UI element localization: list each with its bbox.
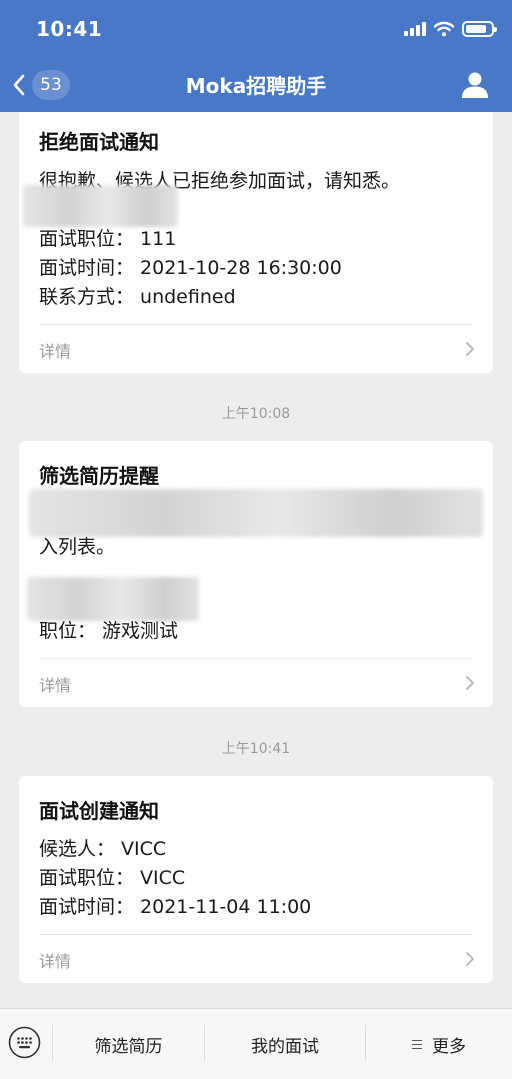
message-card-interview-declined: 拒绝面试通知 很抱歉、候选人已拒绝参加面试，请知悉。 面试职位： 111 面试时… [19,112,493,373]
page-title: Moka招聘助手 [185,74,327,98]
card-line: 入列表。 [39,536,116,558]
menu-my-interviews[interactable]: 我的面试 [205,1009,365,1079]
card-title: 拒绝面试通知 [39,130,159,154]
redacted-block [23,185,178,227]
nav-bar: 53 Moka招聘助手 [0,58,512,112]
card-line: 职位： 游戏测试 [39,620,179,642]
timestamp: 上午10:08 [221,406,291,422]
header: 10:41 53 Moka招聘助手 [0,0,512,112]
battery-icon [462,21,497,37]
details-label: 详情 [39,342,72,361]
timestamp: 上午10:41 [221,741,291,757]
card-line: 候选人： VICC [39,838,167,860]
wifi-icon [434,21,454,37]
bottom-menu-bar: 筛选简历 我的面试 更多 [0,1008,512,1079]
card-title: 面试创建通知 [39,799,159,823]
details-link[interactable]: 详情 [19,325,493,373]
status-bar: 10:41 [0,0,512,58]
card-line: 联系方式： undefined [39,286,236,308]
menu-more-label: 更多 [432,1037,466,1057]
status-time: 10:41 [36,17,103,41]
details-label: 详情 [39,676,72,695]
menu-list-icon [412,1037,422,1052]
message-card-interview-created: 面试创建通知 候选人： VICC 面试职位： VICC 面试时间： 2021-1… [19,776,493,983]
profile-icon[interactable] [460,70,490,100]
details-link[interactable]: 详情 [19,659,493,707]
chevron-right-icon [466,342,474,356]
details-link[interactable]: 详情 [19,935,493,983]
redacted-block [27,577,199,621]
chevron-right-icon [466,952,474,966]
card-line: 面试时间： 2021-10-28 16:30:00 [39,257,342,279]
menu-more[interactable]: 更多 [366,1009,512,1079]
redacted-block [29,489,483,537]
chevron-right-icon [466,676,474,690]
status-icons [404,20,497,38]
keyboard-toggle-icon[interactable] [8,1026,41,1059]
card-line: 面试时间： 2021-11-04 11:00 [39,896,312,918]
card-line: 面试职位： 111 [39,228,177,250]
cellular-signal-icon [404,22,426,36]
card-title: 筛选简历提醒 [39,464,159,488]
details-label: 详情 [39,952,72,971]
menu-screen-resumes[interactable]: 筛选简历 [53,1009,204,1079]
message-card-resume-screening: 筛选简历提醒 入列表。 职位： 游戏测试 详情 [19,441,493,707]
card-line: 面试职位： VICC [39,867,186,889]
